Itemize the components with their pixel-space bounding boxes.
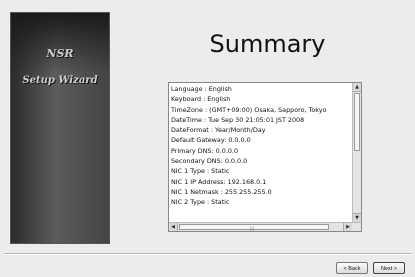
summary-line: DateTime : Tue Sep 30 21:05:01 JST 2008 bbox=[171, 115, 305, 124]
banner-subtitle: Setup Wizard bbox=[22, 75, 98, 86]
summary-line: Language : English bbox=[171, 85, 232, 93]
horizontal-scroll-thumb[interactable]: ||| bbox=[179, 224, 329, 231]
summary-line: NIC 1 Type : Static bbox=[171, 167, 230, 176]
summary-list: Language : English Keyboard : English Time… bbox=[171, 84, 351, 221]
scroll-down-arrow-icon[interactable]: ▼ bbox=[353, 213, 361, 222]
summary-line: Keyboard : English bbox=[171, 95, 231, 104]
page-title: Summary bbox=[209, 30, 326, 58]
summary-line: NIC 2 Type : Static bbox=[171, 198, 230, 207]
back-button[interactable]: < Back bbox=[336, 262, 368, 274]
next-button[interactable]: Next > bbox=[373, 262, 405, 274]
summary-line: Secondary DNS: 0.0.0.0 bbox=[171, 157, 248, 166]
summary-line: DateFormat : Year/Month/Day bbox=[171, 126, 266, 135]
scroll-grip-icon: ||| bbox=[250, 226, 255, 231]
summary-textarea[interactable]: Language : English Keyboard : English Time… bbox=[168, 82, 362, 232]
footer-divider bbox=[4, 253, 411, 255]
horizontal-scrollbar[interactable]: ◀ ||| ▶ bbox=[169, 222, 361, 231]
scroll-right-arrow-icon[interactable]: ▶ bbox=[343, 223, 352, 231]
summary-line: NIC 1 IP Address: 192.168.0.1 bbox=[171, 177, 267, 186]
scroll-up-arrow-icon[interactable]: ▲ bbox=[353, 83, 361, 92]
summary-line: Default Gateway: 0.0.0.0 bbox=[171, 136, 251, 145]
wizard-side-banner: NSR Setup Wizard bbox=[10, 12, 110, 244]
vertical-scrollbar[interactable]: ▲ ▼ bbox=[352, 83, 361, 222]
summary-line: NIC 1 Netmask : 255.255.255.0 bbox=[171, 187, 272, 196]
scroll-left-arrow-icon[interactable]: ◀ bbox=[169, 223, 178, 231]
banner-title: NSR bbox=[46, 47, 74, 60]
summary-line: TimeZone : (GMT+09:00) Osaka, Sapporo, T… bbox=[171, 105, 327, 114]
vertical-scroll-thumb[interactable] bbox=[354, 93, 360, 151]
summary-line: Primary DNS: 0.0.0.0 bbox=[171, 146, 239, 155]
